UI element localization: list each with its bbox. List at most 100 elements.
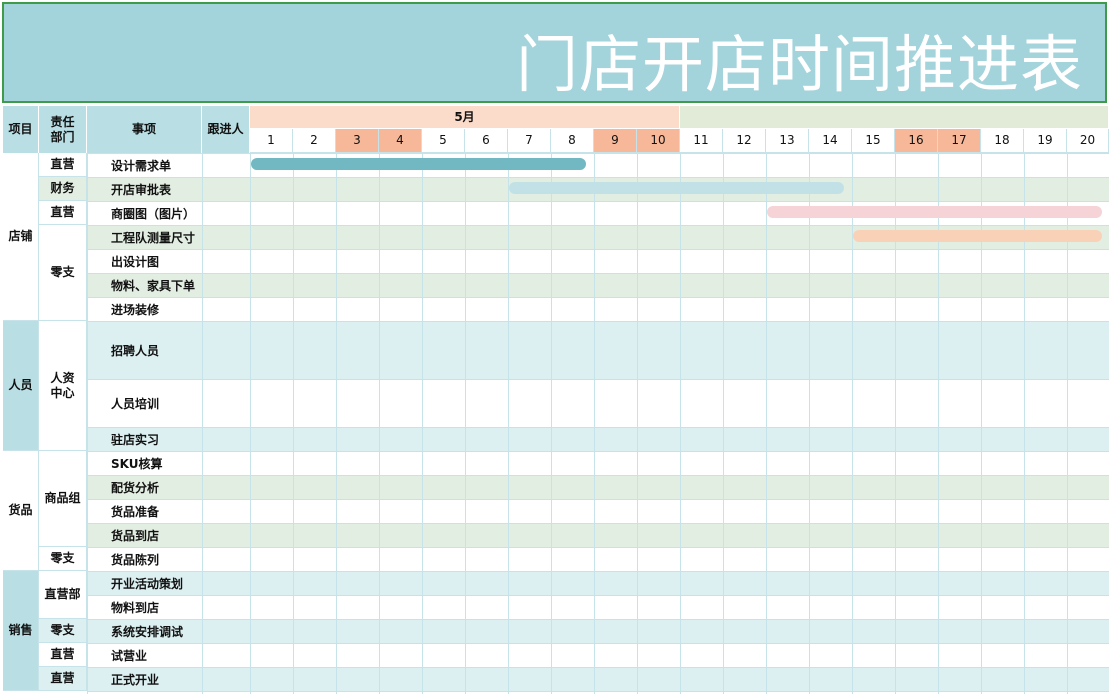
grid-line [87,153,1109,154]
grid-line [551,153,552,694]
task-name[interactable]: 系统安排调试 [87,619,202,643]
task-name[interactable]: 人员培训 [87,379,202,427]
grid-line [87,321,1109,322]
task-name[interactable]: 货品陈列 [87,547,202,571]
grid-line [293,153,294,694]
day-header: 15 [852,129,895,153]
row-band [87,297,1109,321]
gantt-bar[interactable] [853,230,1102,242]
gantt-bar[interactable] [767,206,1102,218]
department-cell: 直营部 [39,571,87,619]
grid-line [87,691,1109,692]
task-name[interactable]: 出设计图 [87,249,202,273]
row-band [87,547,1109,571]
gantt-bar[interactable] [509,182,844,194]
task-name[interactable]: 进场装修 [87,297,202,321]
grid-line [87,499,1109,500]
header-item: 事项 [87,106,202,153]
day-header: 17 [938,129,981,153]
day-header: 14 [809,129,852,153]
department-cell: 直营 [39,153,87,177]
row-band [87,249,1109,273]
day-header: 19 [1024,129,1067,153]
task-name[interactable]: 招聘人员 [87,321,202,379]
grid-line [250,153,251,694]
row-band [87,379,1109,427]
day-header: 10 [637,129,680,153]
department-cell: 商品组 [39,451,87,547]
task-name[interactable]: 工程队测量尺寸 [87,225,202,249]
task-name[interactable]: SKU核算 [87,451,202,475]
task-name[interactable]: 物料、家具下单 [87,273,202,297]
department-cell: 人资 中心 [39,321,87,451]
day-header: 11 [680,129,723,153]
group-label: 人员 [3,321,39,451]
day-header: 6 [465,129,508,153]
grid-line [87,619,1109,620]
task-name[interactable]: 设计需求单 [87,153,202,177]
row-band [87,451,1109,475]
grid-line [87,249,1109,250]
task-name[interactable]: 物料到店 [87,595,202,619]
grid-line [87,595,1109,596]
day-header: 16 [895,129,938,153]
gantt-bar[interactable] [251,158,586,170]
task-name[interactable]: 试营业 [87,643,202,667]
grid-line [680,153,681,694]
day-header: 9 [594,129,637,153]
grid-line [87,153,88,694]
grid-line [87,523,1109,524]
task-name[interactable]: 货品准备 [87,499,202,523]
grid-line [87,475,1109,476]
day-header: 1 [250,129,293,153]
task-name[interactable]: 商圈图（图片） [87,201,202,225]
grid-line [336,153,337,694]
month-header: 5月 [250,106,680,128]
row-band [87,619,1109,643]
task-name[interactable]: 货品到店 [87,523,202,547]
department-cell: 财务 [39,177,87,201]
grid-line [422,153,423,694]
grid-line [87,547,1109,548]
task-name[interactable]: 开店审批表 [87,177,202,201]
grid-line [594,153,595,694]
row-band [87,523,1109,547]
day-header: 13 [766,129,809,153]
grid-line [379,153,380,694]
day-header: 2 [293,129,336,153]
row-band [87,499,1109,523]
row-band [87,153,1109,177]
task-name[interactable]: 正式开业 [87,667,202,691]
day-header: 20 [1067,129,1109,153]
title-banner: 门店开店时间推进表 [2,2,1107,103]
day-header: 8 [551,129,594,153]
task-name[interactable]: 驻店实习 [87,427,202,451]
task-name[interactable]: 开业活动策划 [87,571,202,595]
grid-line [87,273,1109,274]
group-label: 货品 [3,451,39,571]
grid-line [809,153,810,694]
row-band [87,571,1109,595]
grid-line [87,571,1109,572]
row-band [87,595,1109,619]
task-name[interactable]: 配货分析 [87,475,202,499]
row-band [87,321,1109,379]
day-header: 5 [422,129,465,153]
department-cell: 直营 [39,643,87,667]
department-cell: 零支 [39,225,87,321]
grid-line [766,153,767,694]
group-label: 店铺 [3,153,39,321]
row-band [87,427,1109,451]
month-header-next [680,106,1109,128]
day-header: 4 [379,129,422,153]
grid-line [87,379,1109,380]
grid-line [87,451,1109,452]
grid-line [202,153,203,694]
grid-line [87,177,1109,178]
grid-line [87,225,1109,226]
row-band [87,643,1109,667]
row-band [87,475,1109,499]
department-cell: 零支 [39,619,87,643]
grid-line [87,201,1109,202]
day-header: 12 [723,129,766,153]
